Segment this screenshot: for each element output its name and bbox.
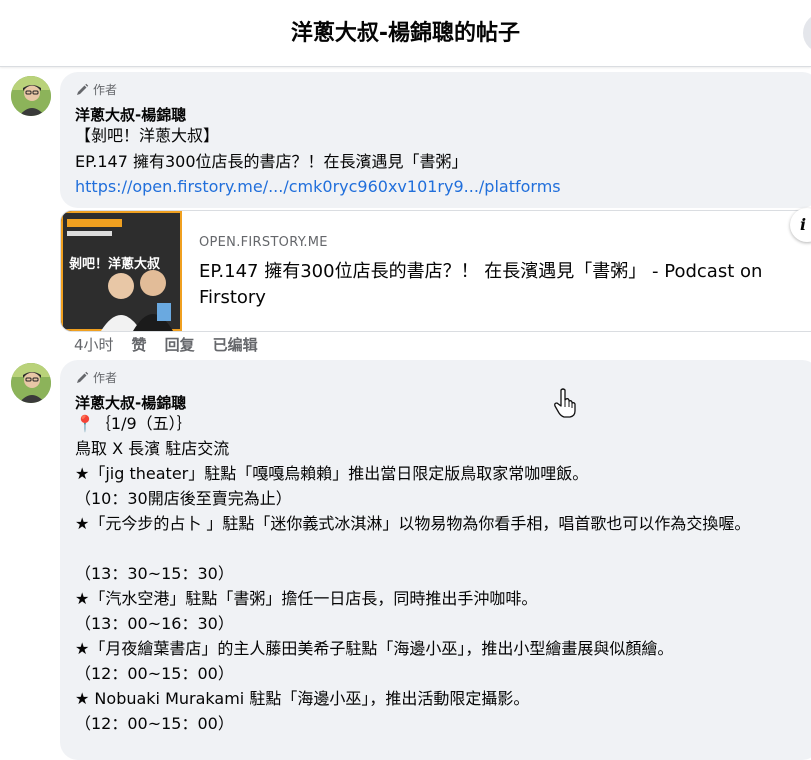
author-badge: 作者 (75, 369, 117, 386)
avatar[interactable] (11, 76, 51, 116)
pencil-icon (77, 371, 89, 383)
post-text-line: 【剝吧！洋蔥大叔】 (75, 126, 220, 145)
post-text-line: 📍｛1/9（五）｝ (75, 414, 193, 433)
author-name[interactable]: 洋蔥大叔-楊錦聰 (75, 104, 186, 125)
post-text-line: （13：30~15：30） (75, 564, 234, 583)
post-text-line: ★「jig theater」駐點「嘎嘎烏賴賴」推出當日限定版鳥取家常咖哩飯。 (75, 464, 589, 483)
post-link[interactable]: https://open.firstory.me/.../cmk0ryc960x… (75, 174, 561, 199)
author-badge-label: 作者 (93, 83, 118, 97)
post-text-line: ★「月夜繪葉書店」的主人藤田美希子駐點「海邊小巫」，推出小型繪畫展與似顏繪。 (75, 639, 674, 658)
link-preview-domain: OPEN.FIRSTORY.ME (199, 235, 328, 250)
post-text-line: ★「元今步的占卜 」駐點「迷你義式冰淇淋」以物易物為你看手相，唱首歌也可以作為交… (75, 514, 751, 533)
edited-label[interactable]: 已编辑 (213, 334, 258, 355)
comment-bubble: 作者 洋蔥大叔-楊錦聰 📍｛1/9（五）｝ 鳥取 X 長濱 駐店交流 ★「jig… (60, 360, 811, 760)
link-preview-card[interactable]: 剝吧！洋蔥大叔 OPEN.FIRSTORY.ME EP.147 擁有300位店長… (60, 210, 811, 332)
page-title: 洋蔥大叔-楊錦聰的帖子 (290, 21, 521, 46)
comment-bubble: 作者 洋蔥大叔-楊錦聰 【剝吧！洋蔥大叔】 EP.147 擁有300位店長的書店… (60, 72, 811, 208)
author-badge-label: 作者 (93, 371, 118, 385)
link-preview-title[interactable]: EP.147 擁有300位店長的書店？！ 在長濱遇見「書粥」 - Podcast… (199, 259, 809, 311)
post-text-line: EP.147 擁有300位店長的書店？！在長濱遇見「書粥」 (75, 152, 468, 171)
comment-actions: 4小时 赞 回复 已编辑 (74, 334, 258, 355)
timestamp[interactable]: 4小时 (74, 334, 114, 355)
post-text-line: 鳥取 X 長濱 駐店交流 (75, 439, 230, 458)
post-text-line: （12：00~15：00） (75, 664, 234, 683)
like-button[interactable]: 赞 (132, 334, 147, 355)
avatar[interactable] (11, 363, 51, 403)
post-text-line: （12：00~15：00） (75, 714, 234, 733)
post-text-line: （13：00~16：30） (75, 614, 234, 633)
post-header: 洋蔥大叔-楊錦聰的帖子 (0, 0, 811, 67)
post-text-line: ★ Nobuaki Murakami 駐點「海邊小巫」，推出活動限定攝影。 (75, 689, 530, 708)
hand-cursor-icon (554, 388, 576, 418)
thumbnail-caption: 剝吧！洋蔥大叔 (69, 257, 161, 272)
reply-button[interactable]: 回复 (165, 334, 195, 355)
link-preview-thumbnail[interactable]: 剝吧！洋蔥大叔 (61, 211, 182, 331)
pencil-icon (77, 83, 89, 95)
author-name[interactable]: 洋蔥大叔-楊錦聰 (75, 392, 186, 413)
author-badge: 作者 (75, 81, 117, 98)
post-text-line: ★「汽水空港」駐點「書粥」擔任一日店長，同時推出手沖咖啡。 (75, 589, 538, 608)
post-text-line: （10：30開店後至賣完為止） (75, 489, 292, 508)
